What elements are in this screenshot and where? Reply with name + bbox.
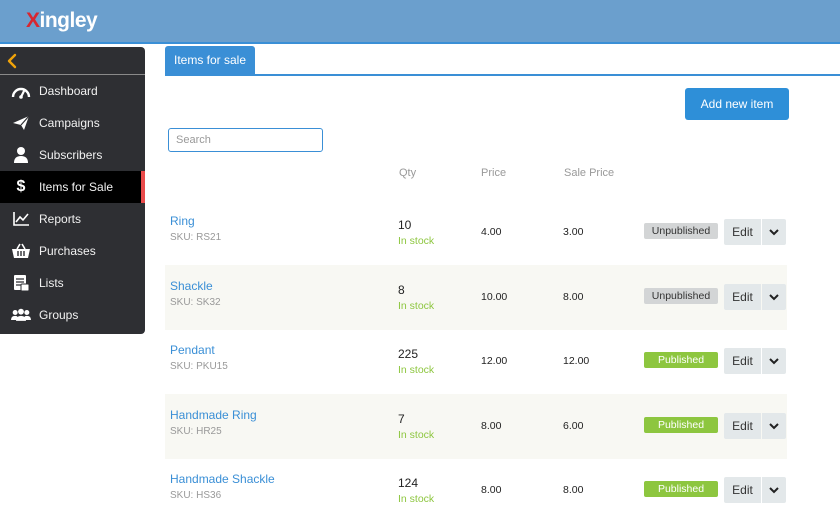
chevron-down-icon <box>769 294 779 301</box>
sidebar-item-label: Groups <box>39 308 79 322</box>
top-header: Xingley <box>0 0 840 44</box>
table-row: Pendant SKU: PKU15 225 In stock 12.00 12… <box>165 329 787 394</box>
sidebar-item-label: Lists <box>39 276 64 290</box>
sidebar-item-subscribers[interactable]: Subscribers <box>0 139 145 171</box>
tab-items-for-sale[interactable]: Items for sale <box>165 46 255 74</box>
item-name-link[interactable]: Ring <box>170 214 195 228</box>
item-name-link[interactable]: Shackle <box>170 279 213 293</box>
dollar-icon: $ <box>16 178 26 195</box>
sidebar-item-purchases[interactable]: Purchases <box>0 235 145 267</box>
group-icon <box>11 305 31 325</box>
status-badge: Unpublished <box>644 223 718 239</box>
item-sale-price: 6.00 <box>563 420 584 432</box>
sidebar-item-label: Dashboard <box>39 84 98 98</box>
table-row: Handmade Ring SKU: HR25 7 In stock 8.00 … <box>165 394 787 459</box>
column-header-sale-price[interactable]: Sale Price <box>564 167 614 179</box>
edit-dropdown-toggle[interactable] <box>762 477 786 503</box>
column-header-qty[interactable]: Qty <box>399 167 416 179</box>
item-sku: SKU: SK32 <box>170 297 221 308</box>
sidebar-item-label: Reports <box>39 212 82 226</box>
table-row: Ring SKU: RS21 10 In stock 4.00 3.00 Unp… <box>165 200 787 265</box>
app-logo[interactable]: Xingley <box>26 8 98 34</box>
item-qty: 7 <box>398 412 405 426</box>
table-row: Shackle SKU: SK32 8 In stock 10.00 8.00 … <box>165 265 787 330</box>
edit-dropdown-toggle[interactable] <box>762 413 786 439</box>
sidebar-item-label: Purchases <box>39 244 96 258</box>
item-sale-price: 12.00 <box>563 355 590 367</box>
stock-status: In stock <box>398 493 435 505</box>
item-sale-price: 8.00 <box>563 291 584 303</box>
chevron-down-icon <box>769 229 779 236</box>
item-qty: 225 <box>398 347 419 361</box>
sidebar-item-label: Items for Sale <box>39 180 114 194</box>
table-row: Handmade Shackle SKU: HS36 124 In stock … <box>165 458 787 519</box>
status-badge: Published <box>644 352 718 368</box>
item-price: 10.00 <box>481 291 508 303</box>
sidebar-item-reports[interactable]: Reports <box>0 203 145 235</box>
item-price: 8.00 <box>481 484 502 496</box>
chevron-down-icon <box>769 487 779 494</box>
edit-dropdown-toggle[interactable] <box>762 348 786 374</box>
sidebar-item-campaigns[interactable]: Campaigns <box>0 107 145 139</box>
status-badge: Published <box>644 417 718 433</box>
item-sale-price: 8.00 <box>563 484 584 496</box>
line-chart-icon <box>11 209 31 229</box>
user-icon <box>11 145 31 165</box>
search-input[interactable] <box>168 128 323 152</box>
stock-status: In stock <box>398 364 435 376</box>
stock-status: In stock <box>398 235 435 247</box>
item-sku: SKU: HS36 <box>170 490 222 501</box>
stock-status: In stock <box>398 429 435 441</box>
logo-text: ingley <box>39 9 98 32</box>
speedometer-icon <box>11 81 31 101</box>
tab-bar: Items for sale <box>165 46 840 76</box>
item-qty: 10 <box>398 218 412 232</box>
item-name-link[interactable]: Pendant <box>170 343 215 357</box>
sidebar-item-items-for-sale[interactable]: $ Items for Sale <box>0 171 145 203</box>
item-price: 4.00 <box>481 226 502 238</box>
list-icon <box>11 273 31 293</box>
sidebar-item-dashboard[interactable]: Dashboard <box>0 75 145 107</box>
sidebar-back-button[interactable] <box>0 47 145 75</box>
item-price: 12.00 <box>481 355 508 367</box>
item-name-link[interactable]: Handmade Ring <box>170 408 257 422</box>
edit-dropdown-toggle[interactable] <box>762 219 786 245</box>
sidebar: Dashboard Campaigns Subscribers $ Items … <box>0 47 145 334</box>
edit-button[interactable]: Edit <box>724 348 761 374</box>
item-sku: SKU: RS21 <box>170 232 222 243</box>
edit-button[interactable]: Edit <box>724 219 761 245</box>
item-sku: SKU: HR25 <box>170 426 222 437</box>
add-new-item-button[interactable]: Add new item <box>685 88 789 120</box>
chevron-down-icon <box>769 423 779 430</box>
basket-icon <box>11 241 31 261</box>
status-badge: Unpublished <box>644 288 718 304</box>
column-header-price[interactable]: Price <box>481 167 506 179</box>
edit-dropdown-toggle[interactable] <box>762 284 786 310</box>
sidebar-item-label: Subscribers <box>39 148 103 162</box>
edit-button[interactable]: Edit <box>724 284 761 310</box>
item-qty: 8 <box>398 283 405 297</box>
logo-x: X <box>26 9 40 32</box>
edit-button[interactable]: Edit <box>724 413 761 439</box>
item-sku: SKU: PKU15 <box>170 361 228 372</box>
paper-plane-icon <box>11 113 31 133</box>
chevron-down-icon <box>769 358 779 365</box>
item-qty: 124 <box>398 476 419 490</box>
stock-status: In stock <box>398 300 435 312</box>
chevron-left-icon <box>7 53 17 69</box>
item-price: 8.00 <box>481 420 502 432</box>
item-sale-price: 3.00 <box>563 226 584 238</box>
status-badge: Published <box>644 481 718 497</box>
sidebar-item-label: Campaigns <box>39 116 100 130</box>
sidebar-item-groups[interactable]: Groups <box>0 299 145 331</box>
item-name-link[interactable]: Handmade Shackle <box>170 472 275 486</box>
edit-button[interactable]: Edit <box>724 477 761 503</box>
sidebar-item-lists[interactable]: Lists <box>0 267 145 299</box>
